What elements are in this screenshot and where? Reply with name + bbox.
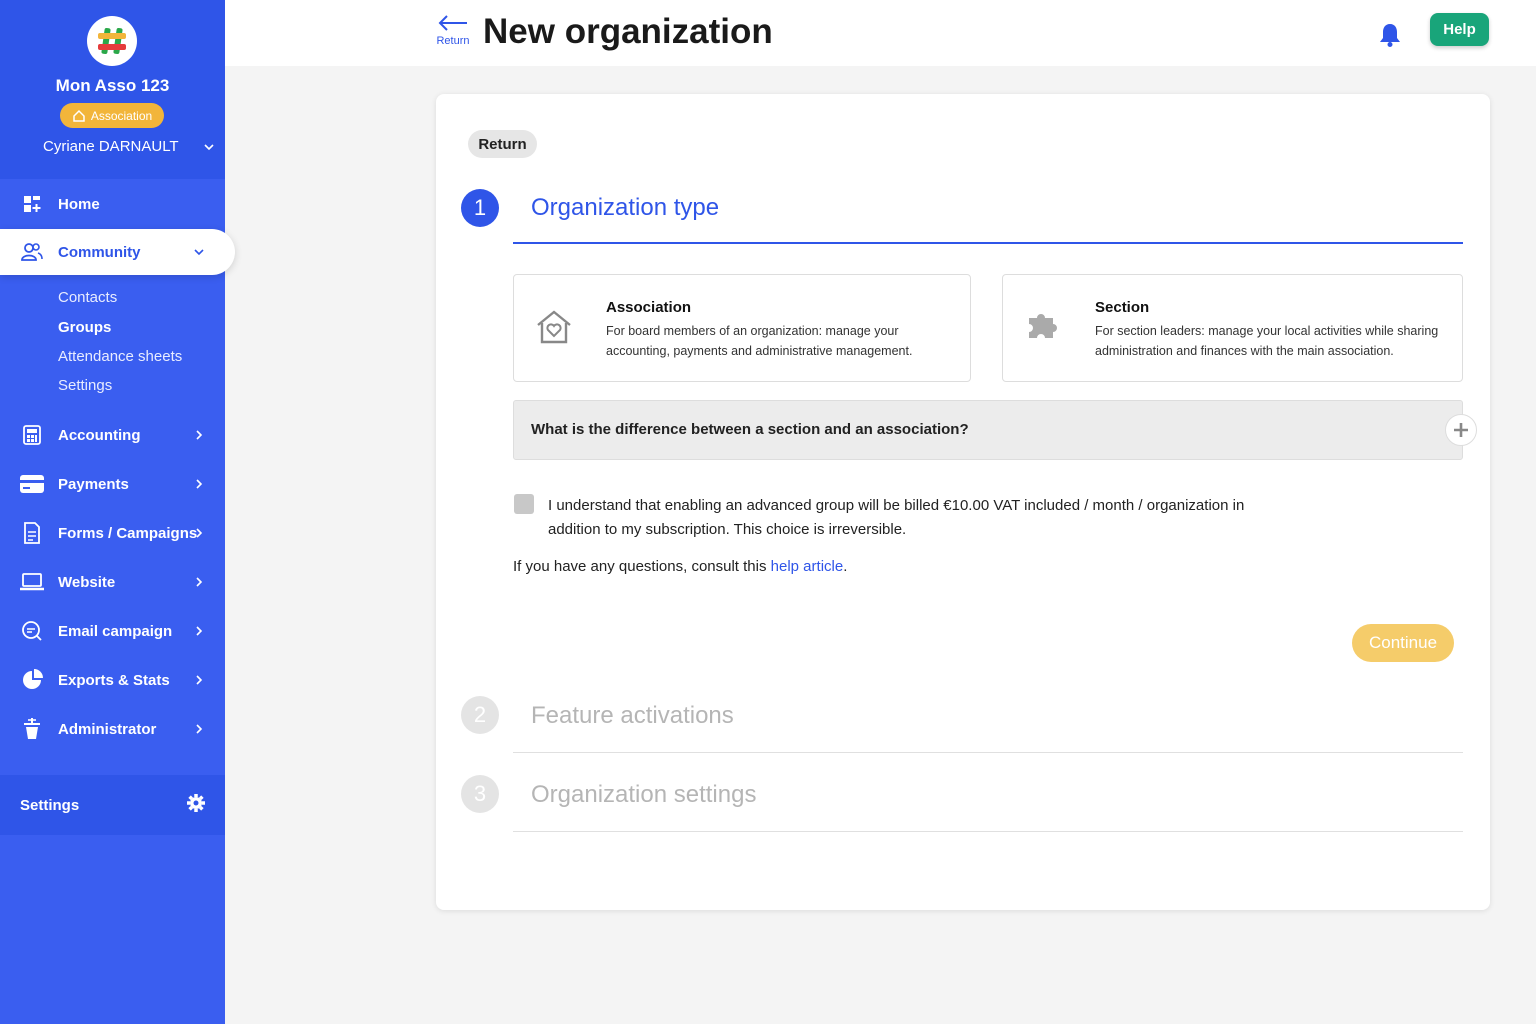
credit-card-icon (20, 472, 44, 496)
subnav-contacts[interactable]: Contacts (58, 289, 117, 306)
help-line: If you have any questions, consult this … (513, 558, 847, 575)
user-name: Cyriane DARNAULT (43, 138, 179, 155)
chevron-right-icon (192, 722, 206, 736)
subnav-settings[interactable]: Settings (58, 377, 112, 394)
nav-accounting-label: Accounting (58, 426, 141, 444)
bell-icon[interactable] (1378, 22, 1402, 53)
house-icon (73, 109, 85, 122)
plus-icon[interactable] (1445, 414, 1477, 446)
step-2-divider (513, 752, 1463, 753)
org-badge-label: Association (90, 108, 153, 123)
nav-payments[interactable]: Payments (0, 461, 225, 507)
option-section-desc: For section leaders: manage your local a… (1095, 324, 1439, 358)
option-association-title: Association (606, 299, 692, 316)
users-icon (20, 240, 44, 264)
laptop-icon (20, 570, 44, 594)
chevron-right-icon (192, 575, 206, 589)
faq-question: What is the difference between a section… (531, 421, 969, 438)
step-2-title[interactable]: Feature activations (531, 702, 734, 730)
chevron-right-icon (192, 526, 206, 540)
nav-email-campaign[interactable]: Email campaign (0, 608, 225, 654)
option-section-title: Section (1095, 299, 1150, 316)
subnav-groups[interactable]: Groups (58, 319, 111, 336)
help-prefix: If you have any questions, consult this (513, 558, 771, 575)
return-button[interactable]: Return (468, 130, 537, 158)
sidebar-settings-label: Settings (20, 796, 80, 814)
sidebar-header: Mon Asso 123 Association Cyriane DARNAUL… (0, 0, 225, 179)
pie-chart-icon (20, 668, 44, 692)
chat-icon (20, 619, 44, 643)
nav-exports-stats-label: Exports & Stats (58, 671, 170, 689)
chevron-right-icon (192, 624, 206, 638)
nav-home-label: Home (58, 195, 100, 213)
nav-accounting[interactable]: Accounting (0, 412, 225, 458)
back-link[interactable]: Return (433, 14, 473, 47)
admin-icon (20, 717, 44, 741)
dashboard-icon (20, 192, 44, 216)
org-logo-icon (87, 16, 137, 66)
step-1-title[interactable]: Organization type (531, 194, 719, 222)
org-type-badge: Association (60, 103, 164, 128)
subnav-attendance-sheets[interactable]: Attendance sheets (58, 348, 182, 365)
chevron-right-icon (192, 428, 206, 442)
ack-text: I understand that enabling an advanced g… (548, 497, 1245, 538)
continue-button[interactable]: Continue (1352, 624, 1454, 662)
gear-icon (186, 793, 206, 817)
chevron-right-icon (192, 477, 206, 491)
nav-community[interactable]: Community (0, 229, 235, 275)
step-3-number: 3 (461, 775, 499, 813)
puzzle-icon (1023, 307, 1063, 347)
option-association[interactable]: Association For board members of an orga… (513, 274, 971, 382)
step-1-divider (513, 242, 1463, 244)
help-button[interactable]: Help (1430, 13, 1489, 46)
step-1-number: 1 (461, 189, 499, 227)
document-icon (20, 521, 44, 545)
page-title: New organization (483, 12, 773, 51)
nav-forms-campaigns[interactable]: Forms / Campaigns (0, 510, 225, 556)
house-heart-icon (534, 307, 574, 347)
chevron-down-icon (192, 245, 206, 259)
nav-administrator-label: Administrator (58, 720, 157, 738)
sidebar: Mon Asso 123 Association Cyriane DARNAUL… (0, 0, 235, 1024)
step-3-divider (513, 831, 1463, 832)
help-article-link[interactable]: help article (771, 558, 844, 575)
sidebar-settings[interactable]: Settings (0, 775, 225, 835)
help-suffix: . (843, 558, 848, 575)
nav-email-campaign-label: Email campaign (58, 622, 173, 640)
top-bar: Return New organization Help (225, 0, 1536, 66)
back-link-label: Return (436, 35, 470, 47)
chevron-right-icon (192, 673, 206, 687)
step-2-number: 2 (461, 696, 499, 734)
option-section[interactable]: Section For section leaders: manage your… (1002, 274, 1463, 382)
user-menu[interactable]: Cyriane DARNAULT (43, 138, 215, 155)
nav-website-label: Website (58, 573, 116, 591)
nav-community-label: Community (58, 243, 141, 261)
nav-website[interactable]: Website (0, 559, 225, 605)
org-name: Mon Asso 123 (55, 76, 170, 95)
step-3-title[interactable]: Organization settings (531, 781, 756, 809)
ack-checkbox[interactable] (514, 494, 534, 514)
nav-forms-campaigns-label: Forms / Campaigns (58, 524, 198, 542)
faq-accordion[interactable]: What is the difference between a section… (513, 400, 1477, 460)
nav-payments-label: Payments (58, 475, 129, 493)
chevron-down-icon (204, 143, 214, 150)
wizard-card: Return 1 Organization type Association F… (436, 94, 1490, 910)
option-association-desc: For board members of an organization: ma… (606, 324, 913, 358)
arrow-left-icon (438, 15, 467, 31)
calculator-icon (20, 423, 44, 447)
nav-exports-stats[interactable]: Exports & Stats (0, 657, 225, 703)
nav-administrator[interactable]: Administrator (0, 706, 225, 752)
nav-home[interactable]: Home (0, 181, 225, 227)
